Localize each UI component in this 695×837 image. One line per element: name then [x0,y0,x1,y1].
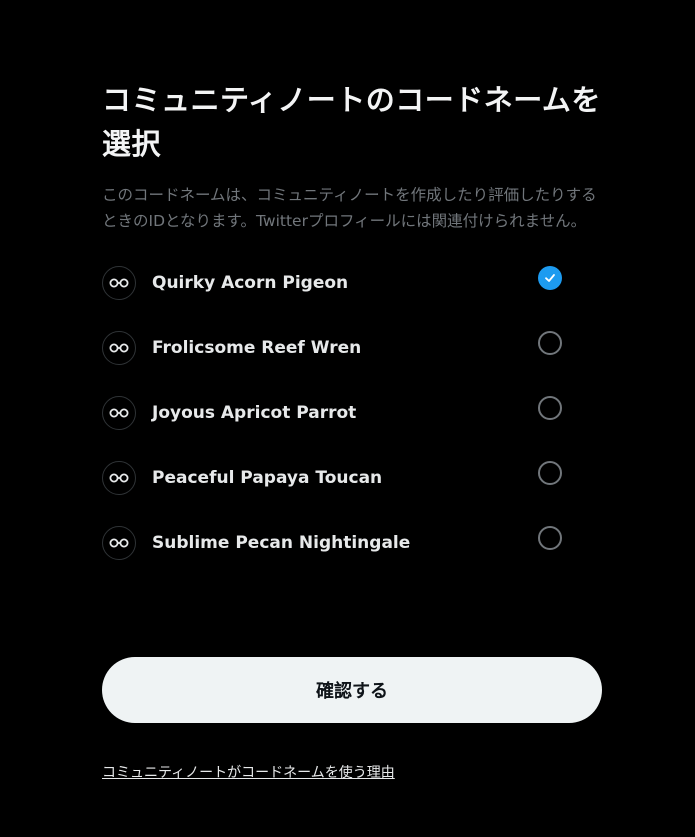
anonymous-glasses-icon [102,395,136,430]
radio-button[interactable] [538,395,562,420]
codename-label: Frolicsome Reef Wren [152,337,362,358]
codename-option[interactable]: Peaceful Papaya Toucan [102,445,602,510]
page-description: このコードネームは、コミュニティノートを作成したり評価したりするときのIDとなり… [102,186,597,230]
codename-option[interactable]: Frolicsome Reef Wren [102,315,602,380]
anonymous-glasses-icon [102,330,136,365]
radio-button[interactable] [538,525,562,550]
anonymous-glasses-icon [102,525,136,560]
codename-panel: コミュニティノートのコードネームを選択 このコードネームは、コミュニティノートを… [102,78,602,575]
codename-label: Sublime Pecan Nightingale [152,532,411,553]
codename-option[interactable]: Quirky Acorn Pigeon [102,250,602,315]
radio-button[interactable] [538,460,562,485]
codename-label: Peaceful Papaya Toucan [152,467,383,488]
confirm-button[interactable]: 確認する [102,657,602,723]
anonymous-glasses-icon [102,265,136,300]
radio-selected-checkmark-icon[interactable] [538,265,562,290]
radio-button[interactable] [538,330,562,355]
anonymous-glasses-icon [102,460,136,495]
codename-option[interactable]: Joyous Apricot Parrot [102,380,602,445]
codename-label: Joyous Apricot Parrot [152,402,357,423]
page-title: コミュニティノートのコードネームを選択 [102,83,601,161]
why-codename-link[interactable]: コミュニティノートがコードネームを使う理由 [102,762,395,782]
codename-option[interactable]: Sublime Pecan Nightingale [102,510,602,575]
codename-options-list: Quirky Acorn Pigeon Frolicsome Reef Wren [102,250,602,575]
codename-label: Quirky Acorn Pigeon [152,272,349,293]
